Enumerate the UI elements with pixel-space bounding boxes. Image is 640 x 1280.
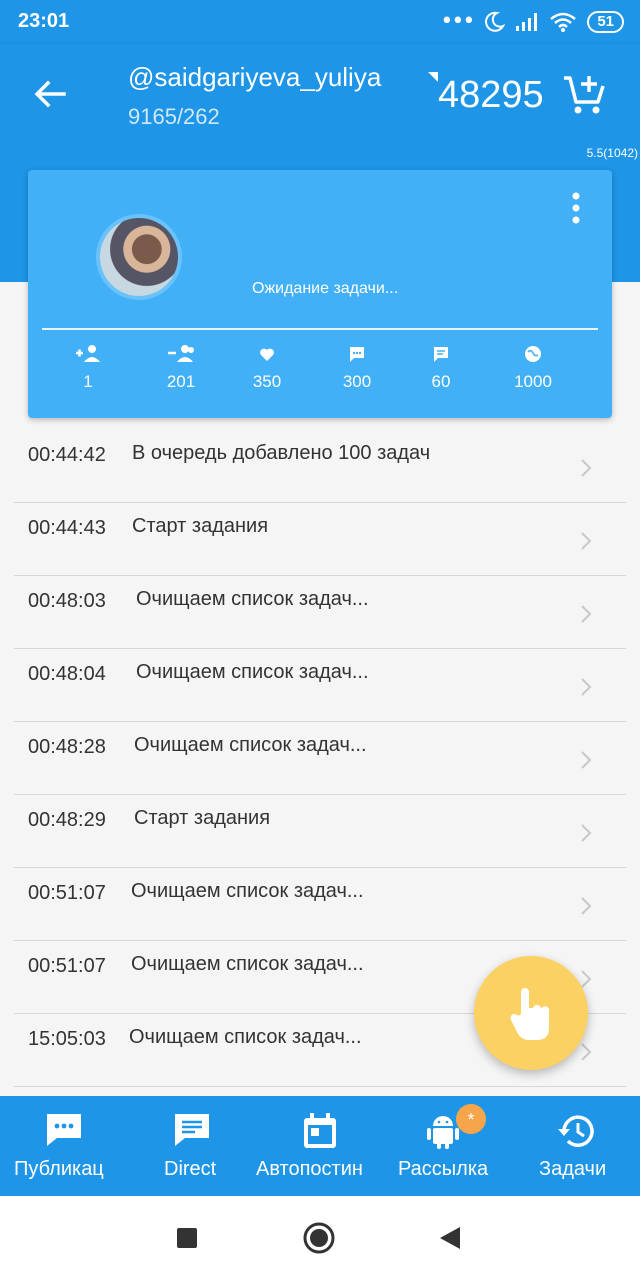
signal-icon — [516, 13, 538, 31]
nav-mailing[interactable]: Рассылка — [384, 1096, 512, 1196]
nav-label: Автопостин — [256, 1158, 363, 1180]
status-icons: ••• 51 — [440, 8, 624, 36]
chevron-right-icon — [581, 459, 592, 477]
publication-icon — [47, 1114, 81, 1146]
history-icon — [558, 1115, 594, 1147]
profile-card: Ожидание задачи... 1 201 350 300 60 1000 — [28, 170, 612, 418]
stat-value: 201 — [166, 372, 196, 391]
add-to-cart-icon[interactable] — [560, 70, 608, 118]
stat-comments: 300 — [317, 344, 397, 392]
stat-messages: 60 — [401, 344, 481, 392]
chevron-right-icon — [581, 824, 592, 842]
chevron-right-icon — [581, 605, 592, 623]
home-icon[interactable] — [302, 1222, 336, 1254]
log-text: Очищаем список задач... — [134, 734, 367, 756]
message-icon — [434, 347, 448, 362]
log-text: Очищаем список задач... — [129, 1026, 362, 1048]
calendar-icon — [304, 1113, 336, 1148]
log-time: 00:48:28 — [28, 736, 106, 758]
log-time: 00:48:04 — [28, 663, 106, 685]
nav-autoposting[interactable]: Автопостин — [256, 1096, 384, 1196]
log-time: 00:48:29 — [28, 809, 106, 831]
chevron-right-icon — [581, 897, 592, 915]
add-user-icon — [76, 345, 100, 362]
status-time: 23:01 — [18, 10, 70, 32]
comment-icon — [350, 347, 364, 362]
nav-tasks[interactable]: Задачи — [512, 1096, 640, 1196]
log-text: В очередь добавлено 100 задач — [132, 442, 431, 464]
back-arrow-icon[interactable] — [26, 70, 74, 118]
app-bar: @saidgariyeva_yuliya 9165/262 48295 — [0, 44, 640, 144]
nav-label: Публикац — [14, 1158, 104, 1180]
account-username[interactable]: @saidgariyeva_yuliya — [128, 62, 381, 93]
direct-icon — [175, 1114, 209, 1146]
android-icon — [427, 1116, 459, 1149]
list-item[interactable]: 00:44:43 Старт задания — [14, 503, 626, 576]
globe-icon — [525, 346, 541, 362]
list-item[interactable]: 00:48:29 Старт задания — [14, 795, 626, 868]
notification-badge: * — [456, 1104, 486, 1134]
log-time: 00:44:42 — [28, 444, 106, 466]
log-text: Очищаем список задач... — [131, 953, 364, 975]
nav-label: Рассылка — [398, 1158, 489, 1180]
moon-icon — [485, 11, 506, 32]
back-nav-icon[interactable] — [438, 1222, 462, 1254]
log-time: 15:05:03 — [28, 1028, 106, 1050]
log-time: 00:51:07 — [28, 882, 106, 904]
touch-hand-icon — [510, 988, 550, 1040]
stats-row: 1 201 350 300 60 1000 — [28, 344, 612, 404]
log-time: 00:48:03 — [28, 590, 106, 612]
recent-apps-icon[interactable] — [176, 1222, 198, 1254]
divider — [42, 328, 598, 330]
nav-label: Direct — [164, 1158, 217, 1180]
avatar[interactable] — [96, 214, 182, 300]
more-vert-icon[interactable] — [564, 190, 588, 226]
list-item[interactable]: 00:51:07 Очищаем список задач... — [14, 868, 626, 941]
system-navigation-bar — [0, 1196, 640, 1280]
balance-value: 48295 — [438, 74, 544, 116]
chevron-right-icon — [581, 678, 592, 696]
stat-value: 350 — [252, 372, 282, 391]
nav-direct[interactable]: Direct — [128, 1096, 256, 1196]
task-status: Ожидание задачи... — [252, 280, 399, 297]
stat-value: 1 — [83, 372, 93, 391]
heart-icon — [260, 348, 274, 361]
nav-label: Задачи — [539, 1158, 607, 1180]
nav-publications[interactable]: Публикац — [0, 1096, 128, 1196]
chevron-right-icon — [581, 970, 592, 988]
list-item[interactable]: 00:48:03 Очищаем список задач... — [14, 576, 626, 649]
stat-value: 60 — [431, 372, 451, 391]
more-dots-icon: ••• — [440, 9, 475, 34]
log-text: Очищаем список задач... — [131, 880, 364, 902]
battery-indicator: 51 — [587, 11, 624, 33]
stat-value: 1000 — [514, 372, 552, 391]
chevron-right-icon — [581, 1043, 592, 1061]
log-time: 00:51:07 — [28, 955, 106, 977]
stat-likes: 350 — [227, 344, 307, 392]
log-text: Очищаем список задач... — [136, 661, 369, 683]
app-version: 5.5(1042) — [586, 146, 638, 160]
list-item[interactable]: 00:44:42 В очередь добавлено 100 задач — [14, 430, 626, 503]
stat-follow: 1 — [48, 344, 128, 392]
bottom-navigation: Публикац Direct Автопостин Рассылка Зада… — [0, 1096, 640, 1196]
stat-value: 300 — [342, 372, 372, 391]
list-item[interactable]: 00:48:28 Очищаем список задач... — [14, 722, 626, 795]
log-time: 00:44:43 — [28, 517, 106, 539]
remove-user-icon — [168, 345, 194, 362]
wifi-icon — [550, 12, 577, 32]
chevron-right-icon — [581, 532, 592, 550]
chevron-right-icon — [581, 751, 592, 769]
account-stats: 9165/262 — [128, 104, 220, 129]
stat-views: 1000 — [493, 344, 573, 392]
log-text: Старт задания — [132, 515, 269, 537]
log-text: Очищаем список задач... — [136, 588, 369, 610]
list-item[interactable]: 00:48:04 Очищаем список задач... — [14, 649, 626, 722]
log-text: Старт задания — [134, 807, 271, 829]
dropdown-indicator-icon[interactable] — [428, 72, 438, 82]
start-task-fab[interactable] — [474, 956, 588, 1070]
stat-unfollow: 201 — [141, 344, 221, 392]
status-bar: 23:01 ••• 51 — [0, 0, 640, 44]
